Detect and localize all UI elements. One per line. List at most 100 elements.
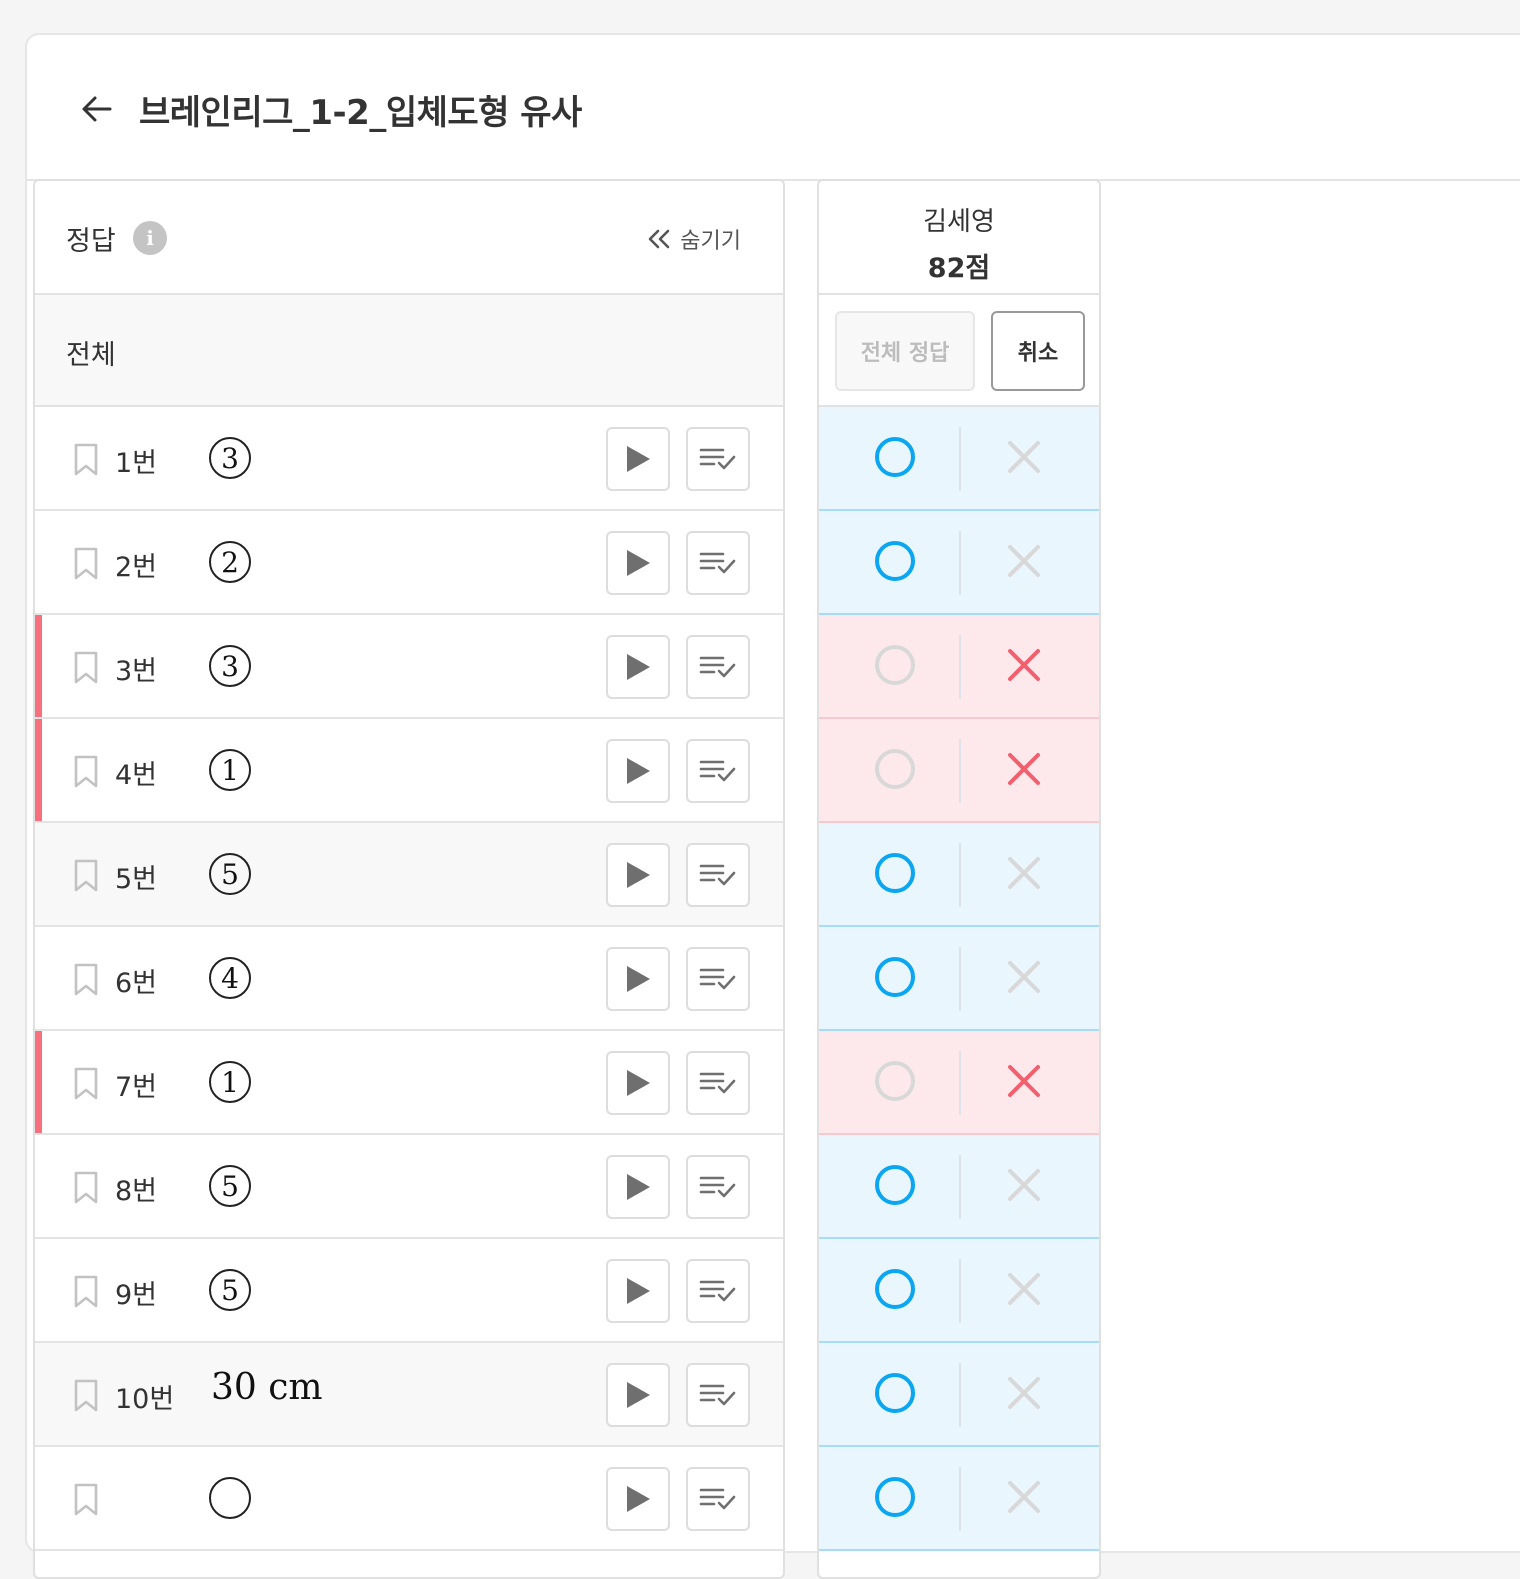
- grading-list-button[interactable]: [686, 1259, 750, 1323]
- play-icon: [627, 446, 650, 472]
- question-answer: 3: [209, 645, 251, 687]
- incorrect-mark-x-icon[interactable]: [1006, 751, 1042, 787]
- play-button[interactable]: [606, 1467, 670, 1531]
- grading-list-button[interactable]: [686, 947, 750, 1011]
- play-button[interactable]: [606, 1259, 670, 1323]
- question-row[interactable]: [35, 1447, 783, 1551]
- playlist-check-icon: [699, 1176, 736, 1198]
- incorrect-mark-x-icon[interactable]: [1006, 1271, 1042, 1307]
- playlist-check-icon: [699, 1384, 736, 1406]
- grading-list-button[interactable]: [686, 1363, 750, 1427]
- correct-mark-circle-icon[interactable]: [875, 1477, 915, 1517]
- bookmark-icon[interactable]: [73, 443, 99, 477]
- all-row[interactable]: 전체: [35, 295, 783, 407]
- all-correct-button[interactable]: 전체 정답: [835, 311, 975, 391]
- cancel-button[interactable]: 취소: [991, 311, 1085, 391]
- play-button[interactable]: [606, 947, 670, 1011]
- bookmark-icon[interactable]: [73, 755, 99, 789]
- question-number: 1번: [115, 448, 158, 479]
- back-button[interactable]: [77, 89, 117, 129]
- bookmark-icon[interactable]: [73, 651, 99, 685]
- incorrect-mark-x-icon[interactable]: [1006, 1063, 1042, 1099]
- question-row[interactable]: 3번 3: [35, 615, 783, 719]
- hide-button[interactable]: 숨기기: [646, 223, 741, 255]
- incorrect-mark-x-icon[interactable]: [1006, 1479, 1042, 1515]
- incorrect-mark-x-icon[interactable]: [1006, 855, 1042, 891]
- correct-mark-circle-icon[interactable]: [875, 541, 915, 581]
- bookmark-icon[interactable]: [73, 1483, 99, 1517]
- correct-mark-circle-icon[interactable]: [875, 1373, 915, 1413]
- play-button[interactable]: [606, 739, 670, 803]
- question-row[interactable]: 6번 4: [35, 927, 783, 1031]
- question-number: 2번: [115, 552, 158, 583]
- question-number: 7번: [115, 1072, 158, 1103]
- question-row[interactable]: 5번 5: [35, 823, 783, 927]
- bookmark-icon[interactable]: [73, 859, 99, 893]
- result-divider: [959, 739, 961, 803]
- correct-mark-circle-icon[interactable]: [875, 749, 915, 789]
- question-row[interactable]: 2번 2: [35, 511, 783, 615]
- incorrect-mark-x-icon[interactable]: [1006, 439, 1042, 475]
- play-button[interactable]: [606, 427, 670, 491]
- incorrect-mark-x-icon[interactable]: [1006, 959, 1042, 995]
- result-divider: [959, 1363, 961, 1427]
- play-button[interactable]: [606, 531, 670, 595]
- play-button[interactable]: [606, 843, 670, 907]
- play-icon: [627, 1174, 650, 1200]
- correct-mark-circle-icon[interactable]: [875, 437, 915, 477]
- grading-list-button[interactable]: [686, 1051, 750, 1115]
- question-row[interactable]: 1번 3: [35, 407, 783, 511]
- playlist-check-icon: [699, 968, 736, 990]
- grading-list-button[interactable]: [686, 1155, 750, 1219]
- play-button[interactable]: [606, 1051, 670, 1115]
- question-row[interactable]: 10번 30 cm: [35, 1343, 783, 1447]
- result-row: [819, 1343, 1099, 1447]
- question-answer: 1: [209, 1061, 251, 1103]
- student-header: 김세영 82점: [819, 181, 1099, 295]
- bookmark-icon[interactable]: [73, 547, 99, 581]
- result-list: [819, 407, 1099, 1551]
- question-answer: 4: [209, 957, 251, 999]
- result-divider: [959, 1155, 961, 1219]
- bookmark-icon[interactable]: [73, 1275, 99, 1309]
- question-row[interactable]: 7번 1: [35, 1031, 783, 1135]
- correct-mark-circle-icon[interactable]: [875, 1269, 915, 1309]
- info-icon[interactable]: i: [133, 221, 167, 255]
- result-divider: [959, 843, 961, 907]
- bookmark-icon[interactable]: [73, 1171, 99, 1205]
- play-button[interactable]: [606, 1155, 670, 1219]
- grading-list-button[interactable]: [686, 1467, 750, 1531]
- question-number: 8번: [115, 1176, 158, 1207]
- grading-list-button[interactable]: [686, 531, 750, 595]
- playlist-check-icon: [699, 1072, 736, 1094]
- incorrect-mark-x-icon[interactable]: [1006, 543, 1042, 579]
- grading-list-button[interactable]: [686, 635, 750, 699]
- grading-list-button[interactable]: [686, 739, 750, 803]
- result-row: [819, 1447, 1099, 1551]
- correct-mark-circle-icon[interactable]: [875, 1061, 915, 1101]
- question-number: 9번: [115, 1280, 158, 1311]
- student-name: 김세영: [923, 207, 995, 237]
- hide-button-label: 숨기기: [680, 229, 741, 254]
- answer-panel: 정답 i 숨기기 전체 1번 3 2번 2 3번 3 4번 1 5번 5 6번 4 7번 1 8번 5 9번 5 1…: [33, 179, 785, 1579]
- question-row[interactable]: 4번 1: [35, 719, 783, 823]
- correct-mark-circle-icon[interactable]: [875, 1165, 915, 1205]
- bookmark-icon[interactable]: [73, 1067, 99, 1101]
- bookmark-icon[interactable]: [73, 963, 99, 997]
- arrow-left-icon: [82, 96, 112, 122]
- play-button[interactable]: [606, 1363, 670, 1427]
- double-chevron-left-icon: [648, 229, 670, 249]
- grading-list-button[interactable]: [686, 427, 750, 491]
- grading-list-button[interactable]: [686, 843, 750, 907]
- playlist-check-icon: [699, 864, 736, 886]
- correct-mark-circle-icon[interactable]: [875, 957, 915, 997]
- incorrect-mark-x-icon[interactable]: [1006, 1375, 1042, 1411]
- correct-mark-circle-icon[interactable]: [875, 645, 915, 685]
- play-button[interactable]: [606, 635, 670, 699]
- correct-mark-circle-icon[interactable]: [875, 853, 915, 893]
- bookmark-icon[interactable]: [73, 1379, 99, 1413]
- question-row[interactable]: 8번 5: [35, 1135, 783, 1239]
- incorrect-mark-x-icon[interactable]: [1006, 647, 1042, 683]
- incorrect-mark-x-icon[interactable]: [1006, 1167, 1042, 1203]
- question-row[interactable]: 9번 5: [35, 1239, 783, 1343]
